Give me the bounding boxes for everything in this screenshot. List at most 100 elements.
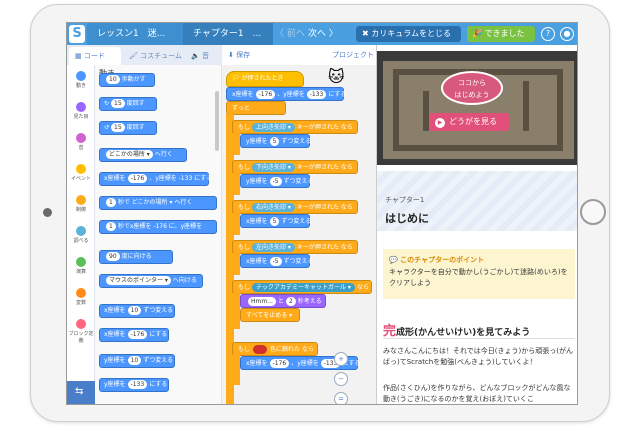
tab-code[interactable]: ▦ コード xyxy=(69,47,121,65)
goto-x[interactable]: -176 xyxy=(269,359,290,368)
palette-block[interactable]: 1 秒で どこかの場所 ▾ へ行く xyxy=(99,196,217,210)
key-select[interactable]: 上向き矢印 ▾ xyxy=(252,123,295,132)
forever-block[interactable]: ずっと xyxy=(226,101,286,115)
think-block[interactable]: Hmm... と 2 秒考える xyxy=(240,294,326,308)
if-key-pressed-block[interactable]: もし 上向き矢印 ▾ キーが押された なら xyxy=(232,120,358,134)
key-select[interactable]: 右向き矢印 ▾ xyxy=(252,203,295,212)
palette-block[interactable]: x座標を 10 ずつ変える xyxy=(99,304,175,318)
next-button[interactable]: 次へ 〉 xyxy=(308,23,338,45)
script-area[interactable]: 🏳 が押されたとき x座標を -176 、y座標を -133 にする ずっと もし 上向き… xyxy=(222,65,376,404)
palette-block[interactable]: ↻ 15 度回す xyxy=(99,97,157,111)
palette-block[interactable]: 90 度に向ける xyxy=(99,250,173,264)
zoom-in-icon[interactable]: + xyxy=(334,352,348,366)
zoom-reset-icon[interactable]: = xyxy=(334,392,348,404)
block-value[interactable]: 15 xyxy=(111,99,125,108)
block-value[interactable]: -176 xyxy=(127,330,148,339)
extension-icon: ⇆ xyxy=(75,386,84,397)
block-value[interactable]: マウスのポインター ▾ xyxy=(106,276,171,285)
palette-block[interactable]: y座標を 10 ずつ変える xyxy=(99,354,175,368)
if-touching-block[interactable]: もし テックアカデミーキャットガール ▾ なら xyxy=(232,280,372,294)
color-swatch[interactable] xyxy=(253,345,268,354)
category-item[interactable]: 変数 xyxy=(67,288,95,306)
think-text[interactable]: Hmm... xyxy=(248,297,276,306)
prev-button[interactable]: 〈 前へ xyxy=(275,23,305,45)
if-bar xyxy=(232,253,240,275)
block-value[interactable]: 10 xyxy=(127,356,142,365)
block-value[interactable]: 90 xyxy=(106,252,120,261)
category-item[interactable]: ブロック定義 xyxy=(67,319,95,344)
palette-block[interactable]: x座標を -176 、y座標を -133 にする xyxy=(99,172,212,186)
category-item[interactable]: 動き xyxy=(67,71,95,89)
zoom-out-icon[interactable]: − xyxy=(334,372,348,386)
tab-costume-label: コスチューム xyxy=(140,52,182,60)
palette-block[interactable]: どこかの場所 ▾ へ行く xyxy=(99,148,187,162)
section-divider xyxy=(383,338,575,339)
close-curriculum-button[interactable]: ✖ カリキュラムをとじる xyxy=(356,26,461,42)
change-coordinate-block[interactable]: y座標を -5 ずつ変える xyxy=(240,174,313,188)
block-value[interactable]: 1 xyxy=(106,198,116,207)
video-preview[interactable]: ココから はじめよう ▶ どうがを見る xyxy=(377,51,577,165)
block-value[interactable]: 1 xyxy=(106,222,116,231)
key-select[interactable]: 下向き矢印 ▾ xyxy=(252,163,295,172)
chapter-title: はじめに xyxy=(385,212,429,225)
block-value[interactable]: 15 xyxy=(111,123,125,132)
change-coordinate-block[interactable]: y座標を 5 ずつ変える xyxy=(240,134,311,148)
if-key-pressed-block[interactable]: もし 右向き矢印 ▾ キーが押された なら xyxy=(232,200,358,214)
start-here-bubble: ココから はじめよう xyxy=(441,71,503,105)
goto-y[interactable]: -133 xyxy=(306,90,327,99)
palette-scrollbar[interactable] xyxy=(215,91,219,151)
if-touching-color-block[interactable]: もし 色に触れた なら xyxy=(232,342,318,356)
done-button[interactable]: 🎉 できました xyxy=(467,26,535,42)
change-value[interactable]: 5 xyxy=(269,217,280,226)
home-button[interactable] xyxy=(580,199,606,225)
category-item[interactable]: 音 xyxy=(67,133,95,151)
palette-block[interactable]: 1 秒でx座標を -176 に、y座標を xyxy=(99,220,217,234)
block-pre: x座標を xyxy=(104,307,126,314)
palette-block[interactable]: x座標を -176 にする xyxy=(99,328,169,342)
think-secs[interactable]: 2 xyxy=(285,297,296,306)
change-value[interactable]: 5 xyxy=(269,137,280,146)
block-value[interactable]: 10 xyxy=(127,306,142,315)
breadcrumb-lesson[interactable]: レッスン1 迷... xyxy=(87,23,183,45)
key-select[interactable]: 左向き矢印 ▾ xyxy=(252,243,295,252)
palette-block[interactable]: マウスのポインター ▾ へ向ける xyxy=(99,274,203,288)
change-value[interactable]: -5 xyxy=(269,257,282,266)
tab-sound[interactable]: 🔈 音 xyxy=(185,47,221,65)
app-logo[interactable]: S xyxy=(69,25,85,43)
category-item[interactable]: イベント xyxy=(67,164,95,182)
tab-costume[interactable]: 🖌 コスチューム xyxy=(123,47,183,65)
change-value[interactable]: -5 xyxy=(269,177,282,186)
account-icon[interactable]: ● xyxy=(560,27,574,41)
block-value[interactable]: -133 xyxy=(127,380,148,389)
goto-xy-block[interactable]: x座標を -176 、y座標を -133 にする xyxy=(226,87,347,101)
goto-x[interactable]: -176 xyxy=(255,90,276,99)
palette-block[interactable]: ↺ 15 度回す xyxy=(99,121,157,135)
change-coordinate-block[interactable]: x座標を -5 ずつ変える xyxy=(240,254,313,268)
tab-sound-label: 音 xyxy=(201,52,209,60)
category-item[interactable]: 調べる xyxy=(67,226,95,244)
extension-button[interactable]: ⇆ xyxy=(67,381,95,404)
palette-block[interactable]: y座標を -133 にする xyxy=(99,378,169,392)
stop-all-block[interactable]: すべてを止める ▾ xyxy=(240,308,300,322)
category-item[interactable]: 見た目 xyxy=(67,102,95,120)
block-pre: x座標を xyxy=(104,331,126,338)
category-item[interactable]: 演算 xyxy=(67,257,95,275)
sprite-select[interactable]: テックアカデミーキャットガール ▾ xyxy=(252,283,355,292)
watch-video-button[interactable]: ▶ どうがを見る xyxy=(429,113,509,131)
block-value[interactable]: どこかの場所 ▾ xyxy=(106,150,153,159)
block-pre: ↻ xyxy=(104,100,110,107)
block-value[interactable]: -176 xyxy=(127,174,148,183)
category-item[interactable]: 制御 xyxy=(67,195,95,213)
block-value[interactable]: 10 xyxy=(106,75,120,84)
breadcrumb-chapter[interactable]: チャプター1 ... xyxy=(183,23,273,45)
if-key-pressed-block[interactable]: もし 左向き矢印 ▾ キーが押された なら xyxy=(232,240,358,254)
palette-block[interactable]: 10 歩動かす xyxy=(99,73,155,87)
help-icon[interactable]: ? xyxy=(541,27,555,41)
if-key-pressed-block[interactable]: もし 下向き矢印 ▾ キーが押された なら xyxy=(232,160,358,174)
goto-post: にする xyxy=(328,91,347,98)
block-post: 秒でx座標を -176 に、y座標を xyxy=(117,223,203,230)
when-flag-clicked-block[interactable]: 🏳 が押されたとき xyxy=(226,71,304,87)
change-coordinate-block[interactable]: x座標を 5 ずつ変える xyxy=(240,214,311,228)
save-button[interactable]: ⬇ 保存 xyxy=(228,45,250,65)
block-post: 秒で どこかの場所 ▾ へ行く xyxy=(117,199,193,206)
